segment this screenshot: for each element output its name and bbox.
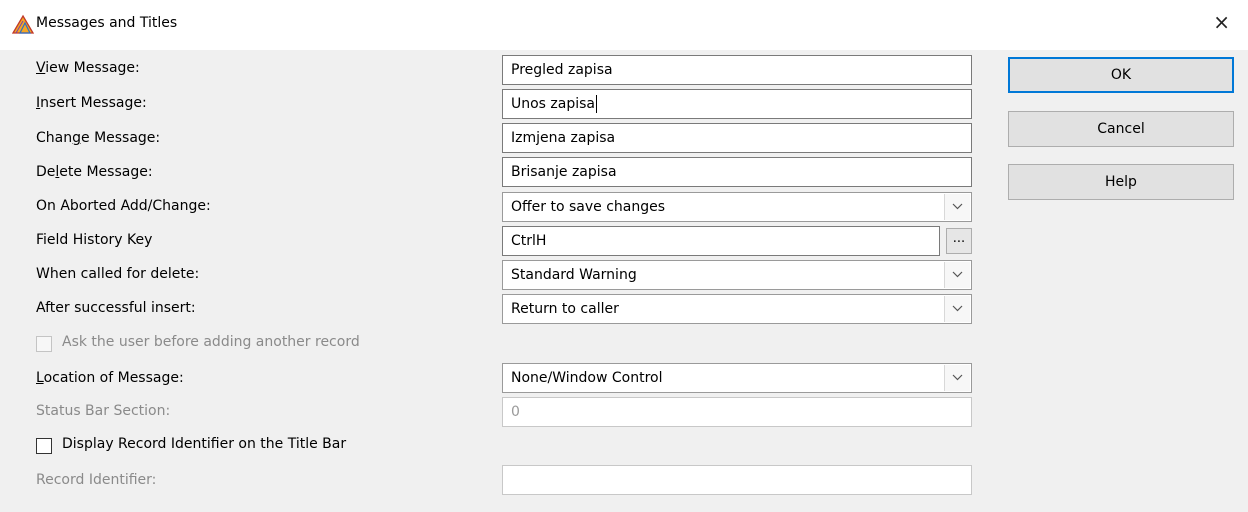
dialog-body: View Message: Pregled zapisa Insert Mess… (0, 50, 1248, 512)
text-caret (596, 95, 598, 113)
insert-message-input[interactable]: Unos zapisa (502, 89, 972, 119)
field-history-key-input[interactable]: CtrlH (502, 226, 940, 256)
location-of-message-value: None/Window Control (511, 370, 663, 386)
cancel-button[interactable]: Cancel (1008, 111, 1234, 147)
status-bar-section-input[interactable]: 0 (502, 397, 972, 427)
on-aborted-value: Offer to save changes (511, 199, 666, 215)
display-record-identifier-checkbox[interactable] (36, 438, 52, 454)
window-title: Messages and Titles (36, 15, 178, 31)
display-record-identifier-label: Display Record Identifier on the Title B… (62, 436, 347, 452)
record-identifier-input[interactable] (502, 465, 972, 495)
status-bar-section-label: Status Bar Section: (36, 403, 171, 419)
delete-message-input[interactable]: Brisanje zapisa (502, 157, 972, 187)
record-identifier-label: Record Identifier: (36, 472, 157, 488)
help-button[interactable]: Help (1008, 164, 1234, 200)
insert-message-value: Unos zapisa (511, 96, 596, 112)
ok-button[interactable]: OK (1008, 57, 1234, 93)
chevron-down-icon[interactable] (944, 365, 970, 391)
app-triangle-icon (12, 14, 34, 34)
field-history-browse-button[interactable]: ... (946, 228, 972, 254)
chevron-down-icon[interactable] (944, 194, 970, 220)
view-message-input[interactable]: Pregled zapisa (502, 55, 972, 85)
when-called-for-delete-combo[interactable]: Standard Warning (502, 260, 972, 290)
location-of-message-label: Location of Message: (36, 370, 184, 386)
ask-user-label: Ask the user before adding another recor… (62, 334, 360, 350)
when-called-for-delete-label: When called for delete: (36, 266, 200, 282)
view-message-label: View Message: (36, 60, 140, 76)
ask-user-checkbox[interactable] (36, 336, 52, 352)
close-icon[interactable]: × (1213, 12, 1230, 32)
after-successful-insert-value: Return to caller (511, 301, 619, 317)
after-successful-insert-combo[interactable]: Return to caller (502, 294, 972, 324)
on-aborted-combo[interactable]: Offer to save changes (502, 192, 972, 222)
chevron-down-icon[interactable] (944, 296, 970, 322)
when-called-for-delete-value: Standard Warning (511, 267, 637, 283)
insert-message-label: Insert Message: (36, 95, 147, 111)
after-successful-insert-label: After successful insert: (36, 300, 196, 316)
on-aborted-label: On Aborted Add/Change: (36, 198, 211, 214)
location-of-message-combo[interactable]: None/Window Control (502, 363, 972, 393)
field-history-key-label: Field History Key (36, 232, 153, 248)
chevron-down-icon[interactable] (944, 262, 970, 288)
change-message-label: Change Message: (36, 130, 161, 146)
title-bar: Messages and Titles × (0, 0, 1248, 50)
change-message-input[interactable]: Izmjena zapisa (502, 123, 972, 153)
delete-message-label: Delete Message: (36, 164, 153, 180)
